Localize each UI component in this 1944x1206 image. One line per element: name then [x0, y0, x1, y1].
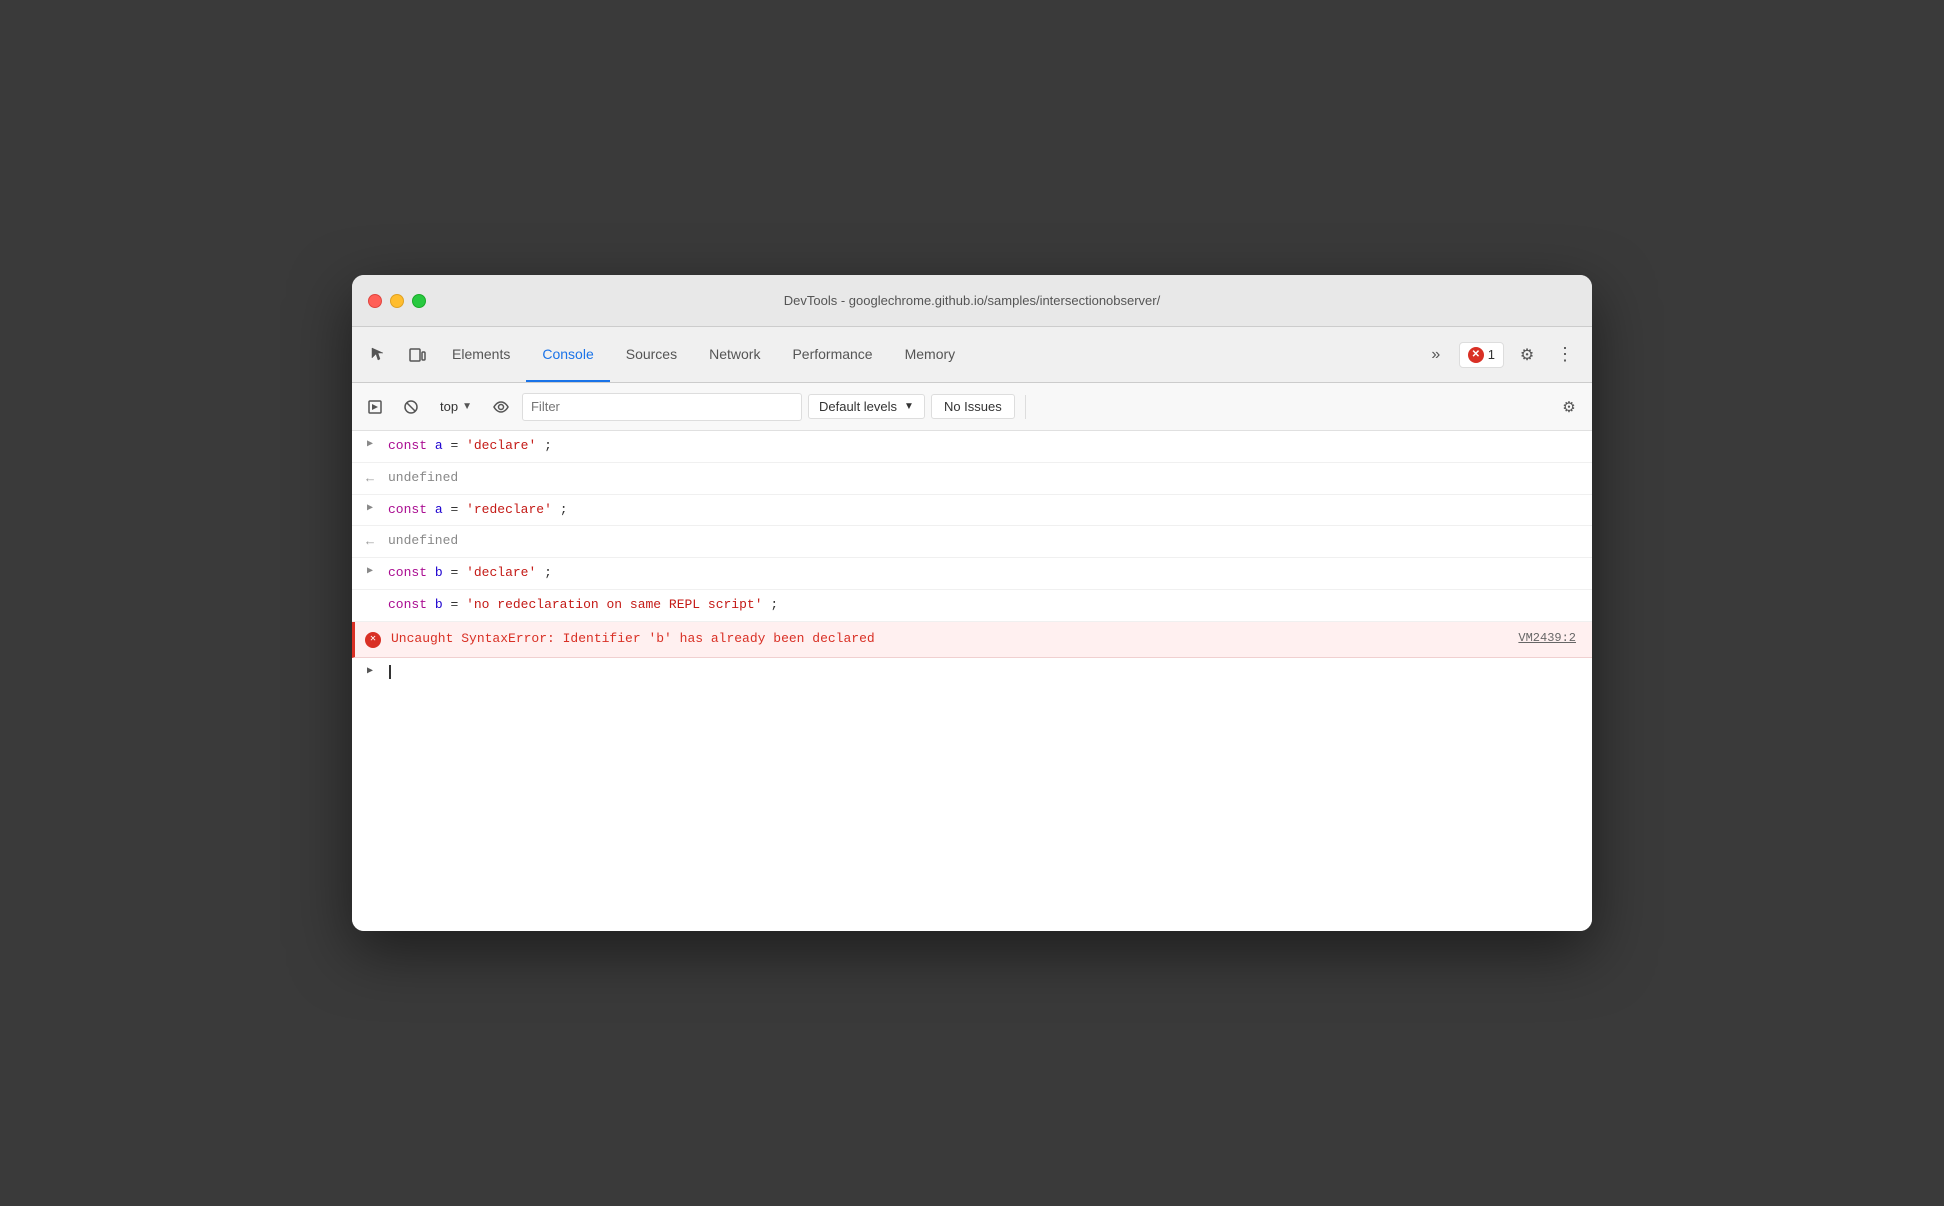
- tab-console[interactable]: Console: [526, 327, 609, 382]
- maximize-button[interactable]: [412, 294, 426, 308]
- identifier: a: [435, 502, 443, 517]
- identifier: a: [435, 438, 443, 453]
- device-toolbar-icon[interactable]: [398, 327, 436, 382]
- expand-arrow[interactable]: ▶: [367, 501, 373, 517]
- console-settings-button[interactable]: ⚙: [1554, 392, 1584, 422]
- console-line: ▶ const a = 'redeclare' ;: [352, 495, 1592, 527]
- line-content: const a = 'redeclare' ;: [388, 497, 1584, 524]
- string-value: 'no redeclaration on same REPL script': [466, 597, 762, 612]
- tab-performance[interactable]: Performance: [776, 327, 888, 382]
- error-message: Uncaught SyntaxError: Identifier 'b' has…: [391, 626, 1518, 653]
- expand-arrow[interactable]: ▶: [367, 564, 373, 580]
- no-issues-button[interactable]: No Issues: [931, 394, 1015, 419]
- expand-arrow[interactable]: ▶: [367, 437, 373, 453]
- string-value: 'redeclare': [466, 502, 552, 517]
- more-tabs-button[interactable]: »: [1421, 340, 1451, 370]
- tab-elements[interactable]: Elements: [436, 327, 526, 382]
- window-title: DevTools - googlechrome.github.io/sample…: [784, 293, 1160, 308]
- traffic-lights: [368, 294, 426, 308]
- identifier: b: [435, 565, 443, 580]
- devtools-tab-bar: Elements Console Sources Network Perform…: [352, 327, 1592, 383]
- error-console-line: ✕ Uncaught SyntaxError: Identifier 'b' h…: [352, 622, 1592, 658]
- line-content: const b = 'no redeclaration on same REPL…: [388, 592, 1584, 619]
- context-selector[interactable]: top ▼: [432, 395, 480, 418]
- string-value: 'declare': [466, 565, 536, 580]
- console-output: ▶ const a = 'declare' ; ← undefined ▶: [352, 431, 1592, 931]
- title-bar: DevTools - googlechrome.github.io/sample…: [352, 275, 1592, 327]
- console-toolbar: top ▼ Default levels ▼ No Issues ⚙: [352, 383, 1592, 431]
- error-badge[interactable]: ✕ 1: [1459, 342, 1504, 368]
- keyword: const: [388, 565, 427, 580]
- return-arrow: ←: [366, 532, 374, 553]
- console-line: ← undefined: [352, 463, 1592, 495]
- tab-network[interactable]: Network: [693, 327, 776, 382]
- log-levels-button[interactable]: Default levels ▼: [808, 394, 925, 419]
- input-prompt: ▶: [352, 660, 388, 680]
- tabs-right-actions: » ✕ 1 ⚙ ⋮: [1421, 327, 1584, 382]
- inspect-element-icon[interactable]: [360, 327, 398, 382]
- tab-sources[interactable]: Sources: [610, 327, 693, 382]
- line-content: undefined: [388, 528, 1584, 555]
- console-input-line[interactable]: ▶: [352, 658, 1592, 689]
- string-value: 'declare': [466, 438, 536, 453]
- console-line: ← undefined: [352, 526, 1592, 558]
- settings-button[interactable]: ⚙: [1512, 340, 1542, 370]
- console-settings-icon[interactable]: ⚙: [1554, 392, 1584, 422]
- console-line: ▶ const a = 'declare' ;: [352, 431, 1592, 463]
- tab-list: Elements Console Sources Network Perform…: [436, 327, 1421, 382]
- error-source-link[interactable]: VM2439:2: [1518, 626, 1584, 648]
- console-line: ▶ const b = 'declare' ;: [352, 558, 1592, 590]
- line-content: const b = 'declare' ;: [388, 560, 1584, 587]
- minimize-button[interactable]: [390, 294, 404, 308]
- keyword: const: [388, 502, 427, 517]
- keyword: const: [388, 597, 427, 612]
- error-badge-icon: ✕: [1468, 347, 1484, 363]
- line-prefix: [352, 592, 388, 596]
- clear-console-button[interactable]: [396, 392, 426, 422]
- line-prefix: ▶: [352, 560, 388, 580]
- identifier: b: [435, 597, 443, 612]
- console-input-area[interactable]: [388, 660, 1584, 687]
- return-arrow: ←: [366, 469, 374, 490]
- line-prefix: ▶: [352, 433, 388, 453]
- text-cursor: [389, 665, 391, 679]
- console-line: const b = 'no redeclaration on same REPL…: [352, 590, 1592, 622]
- line-content: undefined: [388, 465, 1584, 492]
- close-button[interactable]: [368, 294, 382, 308]
- tab-memory[interactable]: Memory: [889, 327, 972, 382]
- eye-button[interactable]: [486, 392, 516, 422]
- run-script-button[interactable]: [360, 392, 390, 422]
- devtools-window: DevTools - googlechrome.github.io/sample…: [352, 275, 1592, 931]
- line-prefix: ←: [352, 465, 388, 490]
- more-options-button[interactable]: ⋮: [1550, 340, 1580, 370]
- line-content: const a = 'declare' ;: [388, 433, 1584, 460]
- toolbar-separator: [1025, 395, 1026, 419]
- line-prefix: ←: [352, 528, 388, 553]
- filter-input[interactable]: [522, 393, 802, 421]
- line-prefix: ▶: [352, 497, 388, 517]
- keyword: const: [388, 438, 427, 453]
- error-line-prefix: ✕: [355, 626, 391, 648]
- error-icon: ✕: [365, 632, 381, 648]
